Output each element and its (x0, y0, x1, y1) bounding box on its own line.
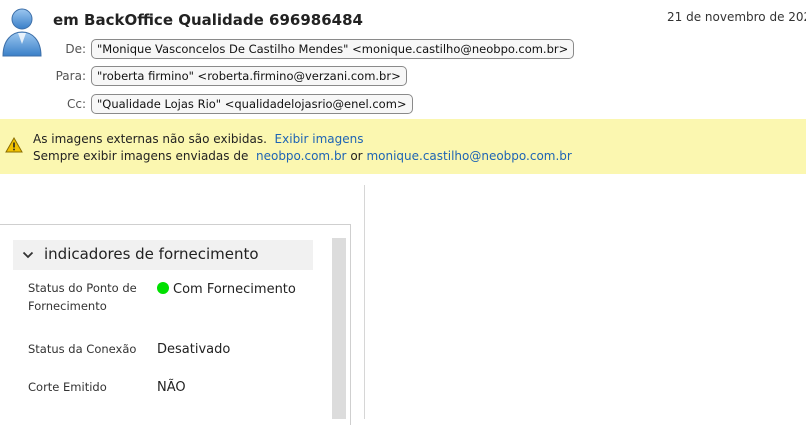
email-subject: em BackOffice Qualidade 696986484 (53, 11, 363, 29)
trust-domain-link[interactable]: neobpo.com.br (256, 149, 347, 163)
email-date: 21 de novembro de 2024 1 (667, 10, 806, 24)
to-label: Para: (55, 69, 86, 83)
field-value-status-conexao: Desativado (157, 342, 231, 357)
cc-label: Cc: (66, 97, 86, 111)
banner-line-2: Sempre exibir imagens enviadas de neobpo… (33, 149, 572, 163)
field-value-status-ponto: Com Fornecimento (157, 280, 307, 300)
chevron-down-icon (22, 251, 34, 259)
always-show-text: Sempre exibir imagens enviadas de (33, 149, 249, 163)
warning-icon (5, 137, 23, 153)
show-images-link[interactable]: Exibir imagens (275, 132, 364, 146)
or-text: or (350, 149, 363, 163)
external-images-banner: As imagens externas não são exibidas. Ex… (0, 119, 806, 174)
section-title: indicadores de fornecimento (44, 245, 259, 263)
status-green-icon (157, 282, 169, 294)
trust-sender-link[interactable]: monique.castilho@neobpo.com.br (366, 149, 571, 163)
from-label: De: (65, 42, 86, 56)
panel-scrollbar[interactable] (332, 238, 346, 419)
section-header[interactable]: indicadores de fornecimento (13, 240, 313, 270)
field-label-corte: Corte Emitido (28, 380, 107, 394)
banner-line-1: As imagens externas não são exibidas. Ex… (33, 132, 364, 146)
user-avatar-icon (2, 8, 42, 57)
from-address[interactable]: "Monique Vasconcelos De Castilho Mendes"… (91, 39, 575, 59)
field-value-corte: NÃO (157, 380, 186, 395)
to-address[interactable]: "roberta firmino" <roberta.firmino@verza… (91, 66, 407, 86)
field-label-status-conexao: Status da Conexão (28, 342, 137, 356)
cc-address[interactable]: "Qualidade Lojas Rio" <qualidadelojasrio… (91, 94, 413, 114)
field-label-status-ponto: Status do Ponto de Fornecimento (28, 281, 137, 313)
status-value-text: Com Fornecimento (173, 282, 296, 297)
banner-message: As imagens externas não são exibidas. (33, 132, 267, 146)
content-divider (364, 185, 365, 419)
